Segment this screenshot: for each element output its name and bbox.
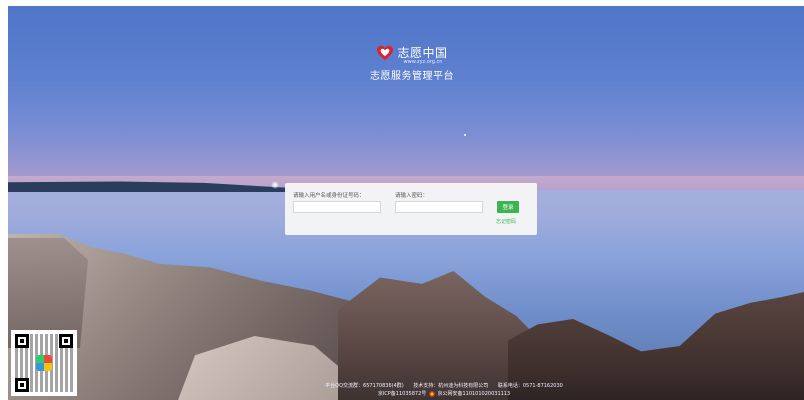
heart-logo-icon: [377, 45, 394, 60]
username-input[interactable]: [293, 201, 381, 213]
light-sparkle: [271, 181, 279, 189]
footer-contact: 平台QQ交流群：657170836(4群) 技术支持：杭州迪为科技有限公司 联系…: [42, 382, 804, 389]
forgot-password-link[interactable]: 忘记密码: [496, 218, 516, 225]
platform-title: 志愿服务管理平台: [370, 71, 454, 82]
brand-logo: 志愿中国 www.zyz.org.cn 志愿服务管理平台: [362, 44, 462, 82]
qr-finder-top-left: [15, 334, 29, 348]
footer-qq-group: 平台QQ交流群：657170836(4群): [325, 383, 404, 389]
footer-tech-support[interactable]: 技术支持：杭州迪为科技有限公司: [413, 383, 488, 389]
password-input[interactable]: [395, 201, 483, 213]
police-badge-icon: [428, 390, 435, 397]
qr-finder-top-right: [59, 334, 73, 348]
star: [464, 134, 466, 136]
footer-police-record[interactable]: 京公网安备110101020031113: [437, 391, 510, 397]
qr-center-logo: [36, 355, 52, 371]
footer-registration: 京ICP备11035872号 京公网安备110101020031113: [42, 390, 804, 397]
password-label: 请输入密码：: [395, 193, 429, 199]
login-button[interactable]: 登录: [497, 201, 519, 213]
login-panel: 请输入用户名或身份证号码： 请输入密码： 登录 忘记密码: [285, 183, 537, 235]
username-label: 请输入用户名或身份证号码：: [293, 193, 365, 199]
footer-phone: 联系电话：0571-87162030: [497, 383, 563, 389]
qr-finder-bottom-left: [15, 378, 29, 392]
brand-url: www.zyz.org.cn: [403, 59, 443, 65]
footer-icp[interactable]: 京ICP备11035872号: [378, 391, 426, 397]
